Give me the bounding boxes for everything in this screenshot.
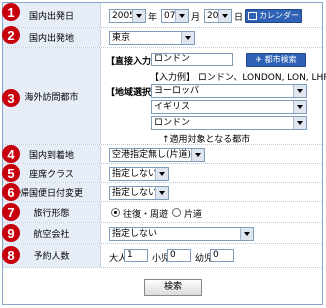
row-departure-date: 国内出発日 2005 年 07 月 20 日 カレンダー [3,3,322,28]
child-count-input[interactable]: 0 [167,249,191,262]
airplane-icon: ✈ [255,55,265,64]
row-trip-type: 旅行形態 往復・周遊 片道 [3,202,322,223]
search-form: 国内出発日 2005 年 07 月 20 日 カレンダー 国内出発地 東京 海外… [2,2,326,305]
step-badge-7: 7 [2,203,20,221]
applicable-city-note: ↑適用対象となる都市 [162,135,251,145]
adult-count-input[interactable]: 1 [124,249,148,262]
round-trip-label: 往復・周遊 [123,210,169,220]
destination-city-input[interactable]: ロンドン [151,53,233,66]
step-badge-9: 9 [2,224,20,242]
row-return-date-change: 帰国便日付変更 指定しない [3,183,322,202]
month-select[interactable]: 07 [161,9,189,23]
chevron-down-icon [155,187,168,199]
step-badge-4: 4 [2,145,20,163]
country-select[interactable]: イギリス [151,100,307,114]
chevron-down-icon [132,10,145,22]
year-select[interactable]: 2005 [109,9,146,23]
chevron-down-icon [175,10,188,22]
chevron-down-icon [293,101,306,113]
step-badge-1: 1 [2,3,20,21]
step-badge-2: 2 [2,26,20,44]
seat-class-select[interactable]: 指定しない [109,167,169,181]
departure-place-select[interactable]: 東京 [109,31,195,45]
chevron-down-icon [191,149,204,161]
step-badge-3: 3 [2,89,20,107]
row-departure-place: 国内出発地 東京 [3,28,322,48]
row-airline: 航空会社 指定しない [3,223,322,244]
region-select[interactable]: ヨーロッパ [151,84,307,98]
calendar-icon [248,11,257,20]
calendar-button[interactable]: カレンダー [245,9,302,23]
input-example-text: 【入力例】 ロンドン、LONDON, LON, LHR [150,73,326,83]
row-passengers: 予約人数 大人 1 小児 0 幼児 0 [3,244,322,268]
day-select[interactable]: 20 [204,9,232,23]
step-badge-5: 5 [2,164,20,182]
infant-count-input[interactable]: 0 [210,249,234,262]
round-trip-radio[interactable] [111,208,120,217]
chevron-down-icon [218,10,231,22]
one-way-label: 片道 [184,210,203,220]
chevron-down-icon [293,85,306,97]
search-button[interactable]: 検索 [144,279,202,296]
return-date-change-select[interactable]: 指定しない [109,186,169,200]
one-way-radio[interactable] [172,208,181,217]
city-select[interactable]: ロンドン [151,116,307,130]
chevron-down-icon [181,32,194,44]
chevron-down-icon [155,168,168,180]
city-search-button[interactable]: ✈ 都市検索 [246,53,306,67]
step-badge-6: 6 [2,183,20,201]
row-arrival-place: 国内到着地 空港指定無し(片道) [3,145,322,164]
month-unit: 月 [191,13,201,23]
chevron-down-icon [293,117,306,129]
year-unit: 年 [148,13,158,23]
row-seat-class: 座席クラス 指定しない [3,164,322,183]
chevron-down-icon [240,228,253,240]
day-unit: 日 [234,13,244,23]
airline-select[interactable]: 指定しない [109,227,254,241]
step-badge-8: 8 [2,246,20,264]
row-destination: 海外訪問都市 【直接入力】 ロンドン ✈ 都市検索 【入力例】 ロンドン、LON… [3,48,326,145]
arrival-place-select[interactable]: 空港指定無し(片道) [109,148,205,162]
